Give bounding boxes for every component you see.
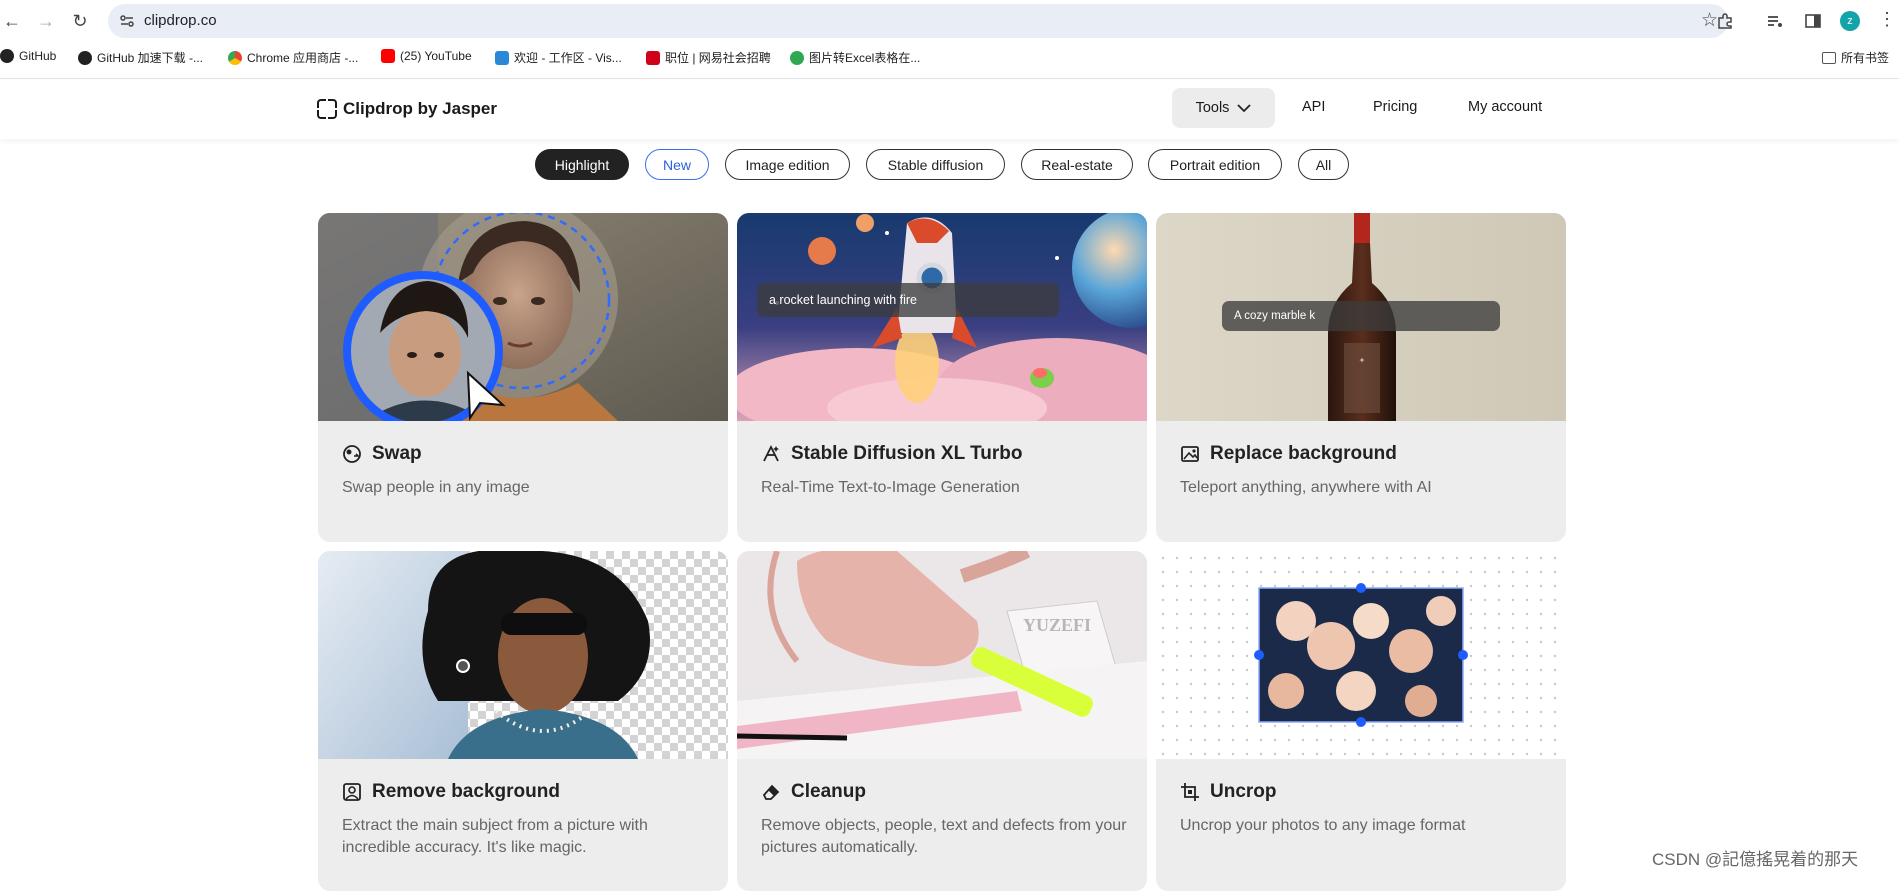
card-description: Remove objects, people, text and defects… (761, 817, 1127, 856)
card-description: Extract the main subject from a picture … (342, 817, 648, 856)
filter-image-edition[interactable]: Image edition (725, 149, 850, 180)
nav-pricing-link[interactable]: Pricing (1373, 99, 1417, 115)
bookmark-netease[interactable]: 职位 | 网易社会招聘 (646, 49, 771, 66)
bookmark-label: 职位 | 网易社会招聘 (665, 51, 771, 65)
card-title: Swap (372, 443, 422, 464)
clipdrop-logo-icon (317, 99, 337, 119)
vscode-icon (495, 50, 509, 65)
swap-preview-image (318, 213, 728, 421)
card-description: Teleport anything, anywhere with AI (1180, 479, 1432, 496)
remove-background-preview-image (318, 551, 728, 759)
filter-portrait-edition[interactable]: Portrait edition (1148, 149, 1282, 180)
side-panel-icon[interactable] (1802, 10, 1824, 32)
bookmark-youtube[interactable]: (25) YouTube (381, 49, 472, 63)
eraser-icon (761, 782, 781, 802)
card-title-row: Swap (342, 443, 422, 465)
tool-card-remove-background[interactable]: Remove background Extract the main subje… (318, 551, 728, 891)
bookmark-label: 图片转Excel表格在... (809, 51, 921, 65)
uncrop-icon (1180, 782, 1200, 802)
bookmarks-bar: GitHub GitHub 加速下载 -... Chrome 应用商店 -...… (0, 46, 1899, 70)
svg-text:YUZEFI: YUZEFI (1023, 615, 1091, 635)
nav-account-link[interactable]: My account (1468, 99, 1542, 115)
site-header: Clipdrop by Jasper Tools API Pricing My … (0, 79, 1899, 139)
prompt-text: a rocket launching with fire (769, 293, 917, 307)
tools-label: Tools (1195, 100, 1230, 116)
media-control-icon[interactable] (1764, 10, 1786, 32)
card-title: Uncrop (1210, 781, 1277, 802)
filter-highlight[interactable]: Highlight (535, 149, 629, 180)
bookmark-vscode[interactable]: 欢迎 - 工作区 - Vis... (495, 49, 622, 66)
chevron-down-icon (1237, 103, 1252, 112)
forward-icon[interactable]: → (34, 9, 58, 33)
all-bookmarks-label: 所有书签 (1841, 51, 1890, 65)
cleanup-preview-image: YUZEFI (737, 551, 1147, 759)
card-title-row: Stable Diffusion XL Turbo (761, 443, 1023, 465)
site-info-icon[interactable] (118, 12, 136, 30)
stable-diffusion-icon (761, 444, 781, 464)
logo-text: Clipdrop by Jasper (343, 99, 497, 118)
bookmark-github[interactable]: GitHub (0, 49, 56, 63)
logo[interactable]: Clipdrop by Jasper (317, 99, 497, 119)
github-icon (78, 50, 92, 65)
filter-real-estate[interactable]: Real-estate (1021, 149, 1133, 180)
replace-background-icon (1180, 444, 1200, 464)
card-title: Stable Diffusion XL Turbo (791, 443, 1023, 464)
bookmark-github-accel[interactable]: GitHub 加速下载 -... (78, 49, 203, 66)
profile-avatar[interactable]: z (1840, 11, 1860, 31)
card-description: Uncrop your photos to any image format (1180, 817, 1466, 834)
extensions-icon[interactable] (1714, 10, 1736, 32)
reload-icon[interactable]: ↻ (68, 9, 92, 33)
github-icon (0, 49, 14, 63)
bookmark-chrome-store[interactable]: Chrome 应用商店 -... (228, 49, 358, 66)
csdn-watermark: CSDN @記億搖晃着的那天 (1652, 850, 1859, 869)
svg-text:✦: ✦ (1359, 356, 1366, 365)
bookmark-label: (25) YouTube (400, 49, 472, 63)
uncrop-preview-image (1156, 551, 1566, 759)
wine-bottle-preview-image: ✦ A cozy marble k (1156, 213, 1566, 421)
bookmark-img2excel[interactable]: 图片转Excel表格在... (790, 49, 920, 66)
filter-new[interactable]: New (645, 149, 709, 180)
green-logo-icon (790, 50, 804, 65)
tool-card-replace-background[interactable]: ✦ A cozy marble k Replace background Tel… (1156, 213, 1566, 542)
chrome-webstore-icon (228, 50, 242, 65)
bookmark-label: Chrome 应用商店 -... (247, 51, 359, 65)
card-title: Remove background (372, 781, 560, 802)
netease-icon (646, 50, 660, 65)
prompt-input-overlay: a rocket launching with fire (757, 283, 1059, 317)
youtube-icon (381, 49, 395, 63)
card-description: Swap people in any image (342, 479, 530, 496)
rocket-preview-image: a rocket launching with fire (737, 213, 1147, 421)
swap-icon (342, 444, 362, 464)
tool-card-stable-diffusion[interactable]: a rocket launching with fire Stable Diff… (737, 213, 1147, 542)
tool-card-cleanup[interactable]: YUZEFI Cleanup Remove objects, people, t… (737, 551, 1147, 891)
tools-dropdown-button[interactable]: Tools (1172, 88, 1275, 128)
nav-api-link[interactable]: API (1302, 99, 1325, 115)
url-text[interactable]: clipdrop.co (144, 12, 217, 29)
bookmark-label: GitHub 加速下载 -... (97, 51, 204, 65)
remove-background-icon (342, 782, 362, 802)
menu-kebab-icon[interactable]: ⋮ (1878, 9, 1896, 30)
tool-card-uncrop[interactable]: Uncrop Uncrop your photos to any image f… (1156, 551, 1566, 891)
folder-icon (1822, 51, 1836, 64)
card-title-row: Cleanup (761, 781, 866, 803)
bookmark-label: GitHub (19, 49, 57, 63)
card-description: Real-Time Text-to-Image Generation (761, 479, 1020, 496)
back-icon[interactable]: ← (0, 9, 24, 33)
browser-toolbar: ← → ↻ clipdrop.co ☆ z ⋮ (0, 0, 1899, 42)
card-title: Cleanup (791, 781, 866, 802)
tool-card-swap[interactable]: Swap Swap people in any image (318, 213, 728, 542)
all-bookmarks[interactable]: 所有书签 (1822, 49, 1889, 66)
address-bar[interactable]: clipdrop.co ☆ (108, 4, 1728, 38)
filter-all[interactable]: All (1298, 149, 1349, 180)
prompt-input-overlay: A cozy marble k (1222, 301, 1500, 331)
card-title-row: Uncrop (1180, 781, 1277, 803)
filter-stable-diffusion[interactable]: Stable diffusion (866, 149, 1005, 180)
bookmark-label: 欢迎 - 工作区 - Vis... (514, 51, 622, 65)
card-title-row: Replace background (1180, 443, 1397, 465)
prompt-text: A cozy marble k (1234, 310, 1316, 322)
card-title-row: Remove background (342, 781, 560, 803)
card-title: Replace background (1210, 443, 1397, 464)
